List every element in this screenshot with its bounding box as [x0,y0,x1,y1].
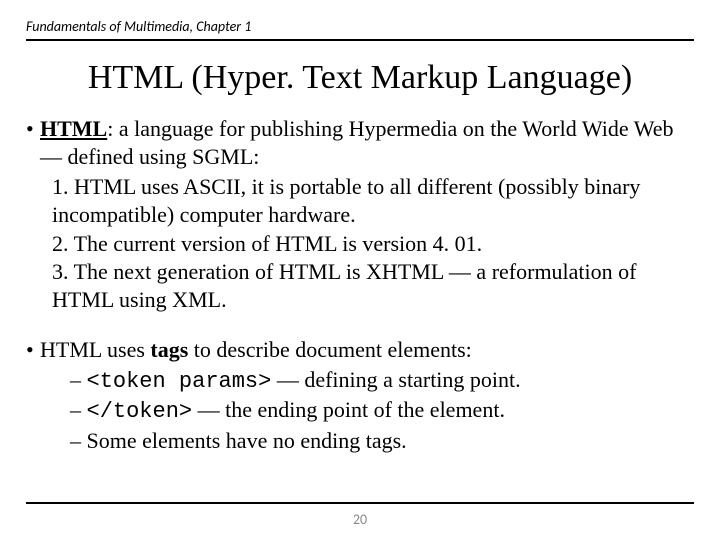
tags-pre-text: HTML uses [40,337,150,362]
dash-item-1: – <token params> — defining a starting p… [70,366,694,396]
bullet-dot-icon: • [26,115,40,171]
code-end-tag: </token> [87,399,193,424]
tags-post-text: to describe document elements: [188,337,471,362]
chapter-header: Fundamentals of Multimedia, Chapter 1 [26,18,694,41]
html-def-text: : a language for publishing Hypermedia o… [40,116,673,169]
code-start-tag: <token params> [87,369,272,394]
slide-title: HTML (Hyper. Text Markup Language) [26,59,694,97]
footer-rule [26,502,694,504]
slide-content: • HTML: a language for publishing Hyperm… [26,115,694,455]
dash-item-2: – </token> — the ending point of the ele… [70,396,694,426]
tags-word: tags [150,337,188,362]
bullet-dot-icon: • [26,336,40,364]
slide: Fundamentals of Multimedia, Chapter 1 HT… [0,0,720,540]
bullet-html-def: • HTML: a language for publishing Hyperm… [26,115,694,171]
numbered-item-2: 2. The current version of HTML is versio… [52,230,694,258]
numbered-item-3: 3. The next generation of HTML is XHTML … [52,258,694,314]
numbered-item-1: 1. HTML uses ASCII, it is portable to al… [52,173,694,229]
page-number: 20 [0,511,720,528]
bullet-tags: • HTML uses tags to describe document el… [26,336,694,364]
dash-item-3: – Some elements have no ending tags. [70,427,694,455]
term-html: HTML [40,116,107,141]
